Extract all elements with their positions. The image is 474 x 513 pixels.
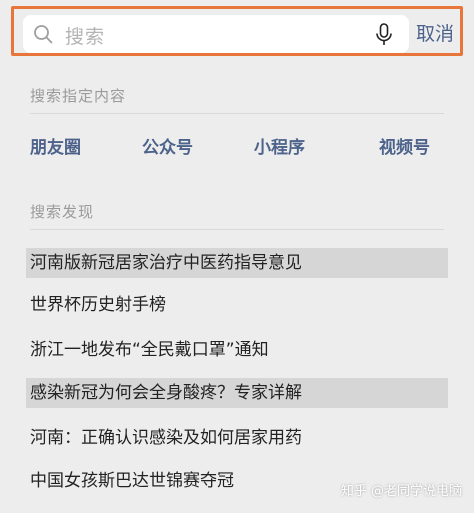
discover-item[interactable]: 河南：正确认识感染及如何居家用药 (26, 423, 448, 453)
discover-item[interactable]: 世界杯历史射手榜 (26, 290, 448, 320)
discover-item[interactable]: 浙江一地发布“全民戴口罩”通知 (26, 335, 448, 365)
divider (30, 113, 444, 114)
divider (30, 229, 444, 230)
discover-title: 搜索发现 (30, 203, 95, 221)
category-channels[interactable]: 视频号 (379, 133, 430, 158)
category-official-accounts[interactable]: 公众号 (142, 133, 193, 158)
search-placeholder: 搜索 (65, 26, 106, 48)
discover-item[interactable]: 感染新冠为何会全身酸疼？专家详解 (26, 378, 448, 408)
discover-item[interactable]: 河南版新冠居家治疗中医药指导意见 (26, 248, 448, 278)
category-moments[interactable]: 朋友圈 (30, 133, 81, 158)
search-bar-highlight-frame: 搜索 取消 (11, 6, 463, 56)
search-icon (34, 25, 53, 44)
cancel-button[interactable]: 取消 (416, 19, 454, 46)
watermark: 知乎 @老同学说电脑 (340, 484, 462, 499)
search-input[interactable]: 搜索 (23, 15, 409, 53)
microphone-icon[interactable] (375, 23, 393, 47)
specified-content-title: 搜索指定内容 (30, 87, 127, 105)
category-mini-programs[interactable]: 小程序 (254, 133, 305, 158)
